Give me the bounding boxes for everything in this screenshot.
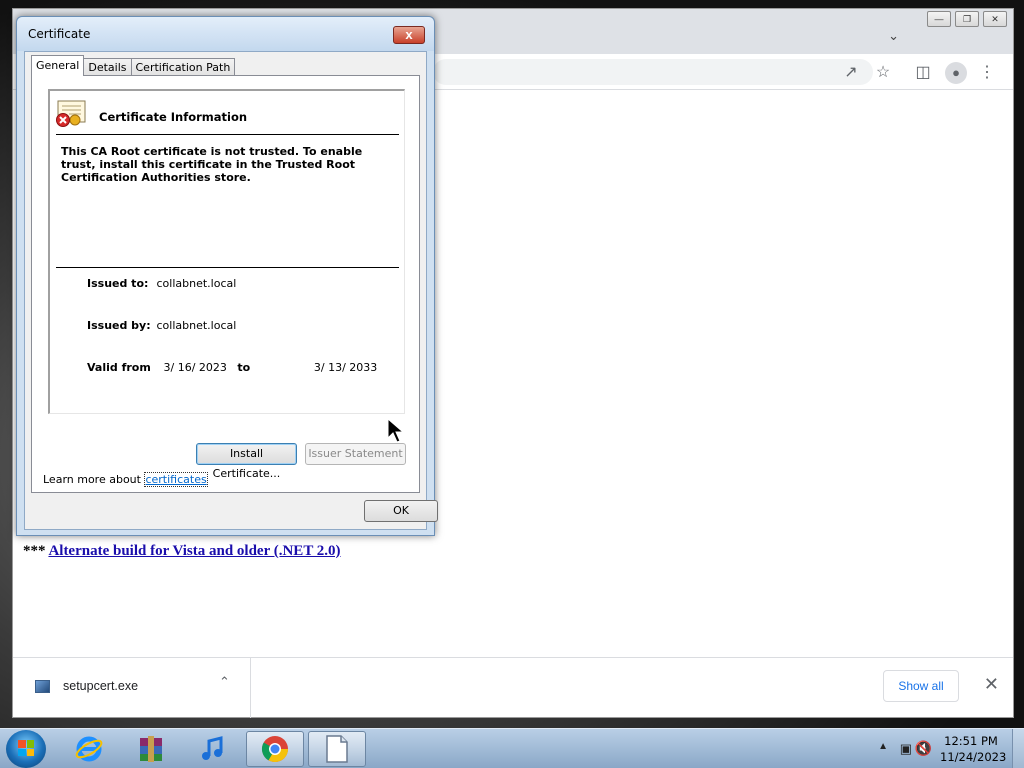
certificates-link[interactable]: certificates xyxy=(144,472,208,487)
top-divider xyxy=(56,134,399,135)
downloads-bar: setupcert.exe ⌃ Show all ✕ xyxy=(13,657,1013,718)
dialog-titlebar[interactable]: Certificate x xyxy=(17,17,434,51)
download-filename: setupcert.exe xyxy=(63,679,139,693)
menu-kebab-icon[interactable]: ⋮ xyxy=(977,63,997,83)
dialog-close-button[interactable]: x xyxy=(393,26,425,44)
bookmark-star-icon[interactable]: ☆ xyxy=(873,63,893,83)
issued-by-label: Issued by: xyxy=(87,319,151,332)
download-item[interactable]: setupcert.exe ⌃ xyxy=(13,658,251,718)
exe-file-icon xyxy=(35,680,50,693)
network-icon[interactable]: ▣ xyxy=(900,741,912,757)
windows-logo-icon xyxy=(18,740,34,756)
issued-to-value: collabnet.local xyxy=(156,277,237,290)
show-desktop-button[interactable] xyxy=(1012,729,1024,768)
itunes-icon[interactable] xyxy=(184,731,242,767)
issued-by-row: Issued by: collabnet.local xyxy=(87,319,236,332)
minimize-button[interactable]: — xyxy=(927,11,951,27)
valid-to-label: to xyxy=(237,361,251,374)
taskbar: ▲ ▣ 🔇 12:51 PM 11/24/2023 xyxy=(0,728,1024,768)
valid-to-value: 3/ 13/ 2033 xyxy=(313,361,378,374)
issuer-statement-button[interactable]: Issuer Statement xyxy=(305,443,406,465)
system-clock[interactable]: 12:51 PM 11/24/2023 xyxy=(940,733,1007,765)
tab-general[interactable]: General xyxy=(31,55,85,76)
learn-more-text: Learn more about xyxy=(43,473,141,486)
clock-date: 11/24/2023 xyxy=(940,750,1007,764)
valid-from-value: 3/ 16/ 2023 xyxy=(163,361,227,374)
show-all-button[interactable]: Show all xyxy=(883,670,959,702)
close-window-button[interactable]: ✕ xyxy=(983,11,1007,27)
alternate-build-link[interactable]: Alternate build for Vista and older (.NE… xyxy=(48,543,340,559)
tab-bar: General Details Certification Path xyxy=(31,55,236,76)
issued-to-row: Issued to: collabnet.local xyxy=(87,277,236,290)
dialog-client: General Details Certification Path Certi… xyxy=(24,51,438,530)
install-certificate-button[interactable]: Install Certificate... xyxy=(196,443,297,480)
certificate-info-box: Certificate Information This CA Root cer… xyxy=(48,89,405,414)
issued-to-label: Issued to: xyxy=(87,277,149,290)
untrusted-certificate-icon xyxy=(56,100,86,127)
clock-time: 12:51 PM xyxy=(944,734,998,748)
internet-explorer-icon[interactable] xyxy=(60,731,118,767)
side-panel-icon[interactable]: ◫ xyxy=(913,63,933,83)
maximize-button[interactable]: ❐ xyxy=(955,11,979,27)
window-controls: — ❐ ✕ xyxy=(927,11,1007,27)
issued-by-value: collabnet.local xyxy=(156,319,237,332)
tab-details[interactable]: Details xyxy=(83,58,132,76)
profile-avatar-icon[interactable]: ● xyxy=(945,62,967,84)
tab-certification-path[interactable]: Certification Path xyxy=(130,58,236,76)
bottom-divider xyxy=(56,267,399,268)
info-title: Certificate Information xyxy=(99,110,248,124)
chrome-taskbar-icon[interactable] xyxy=(246,731,304,767)
winrar-icon[interactable] xyxy=(122,731,180,767)
general-tab-panel: Certificate Information This CA Root cer… xyxy=(31,75,420,493)
certificate-dialog: Certificate x General Details Certificat… xyxy=(16,16,438,536)
chevron-up-icon[interactable]: ⌃ xyxy=(219,674,230,690)
close-downloads-icon[interactable]: ✕ xyxy=(984,674,999,695)
tray-expand-icon[interactable]: ▲ xyxy=(878,741,888,752)
close-icon: x xyxy=(405,27,413,42)
dialog-title: Certificate xyxy=(28,27,91,41)
alternate-build-row: *** Alternate build for Vista and older … xyxy=(23,543,341,560)
mouse-cursor-icon xyxy=(387,418,405,443)
address-bar[interactable] xyxy=(433,59,873,85)
ok-button[interactable]: OK xyxy=(364,500,438,522)
valid-from-label: Valid from xyxy=(87,361,151,374)
trust-warning-text: This CA Root certificate is not trusted.… xyxy=(61,145,363,184)
share-icon[interactable]: ↗ xyxy=(841,63,861,83)
validity-row: Valid from 3/ 16/ 2023 to 3/ 13/ 2033 xyxy=(87,361,377,374)
volume-muted-icon[interactable]: 🔇 xyxy=(915,740,932,757)
alt-build-prefix: *** xyxy=(23,543,46,559)
notepad-taskbar-icon[interactable] xyxy=(308,731,366,767)
learn-more-row: Learn more about certificates xyxy=(43,472,208,487)
tab-search-chevron-icon[interactable]: ⌄ xyxy=(888,28,899,44)
start-button[interactable] xyxy=(6,730,46,768)
